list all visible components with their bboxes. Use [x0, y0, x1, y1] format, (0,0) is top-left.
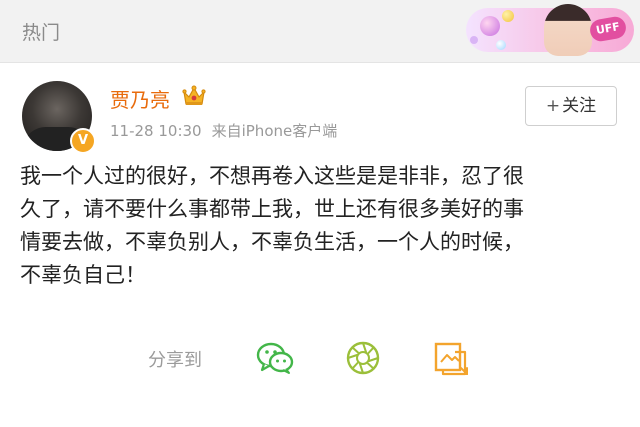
share-label: 分享到 [148, 350, 202, 371]
verified-badge: V [70, 128, 96, 154]
qzone-icon[interactable] [431, 338, 471, 378]
post-line: 我一个人过的很好，不想再卷入这些是是非非，忍了很 [20, 164, 524, 188]
bubble-icon [502, 10, 514, 22]
wechat-icon[interactable] [255, 338, 295, 378]
follow-button[interactable]: + 关注 [525, 86, 617, 126]
bubble-icon [480, 16, 500, 36]
moments-icon[interactable] [343, 338, 383, 378]
page-title: 热门 [22, 22, 61, 44]
banner-portrait [544, 4, 592, 56]
post-line: 不辜负自己！ [20, 263, 146, 287]
post-time: 11-28 10:30 [110, 122, 202, 140]
author-name[interactable]: 贾乃亮 [110, 84, 170, 113]
follow-label: 关注 [562, 96, 597, 116]
bubble-icon [470, 36, 478, 44]
promo-banner[interactable]: UFF [440, 4, 640, 58]
post-line: 久了，请不要什么事都带上我，世上还有很多美好的事 [20, 197, 524, 221]
crown-icon [182, 85, 206, 105]
share-bar: 分享到 [0, 334, 640, 384]
post-line: 情要去做，不辜负别人，不辜负生活，一个人的时候， [20, 230, 524, 254]
post-source: 来自iPhone客户端 [211, 122, 338, 140]
top-bar: 热门 UFF [0, 0, 640, 63]
plus-icon: + [545, 96, 561, 116]
bubble-icon [496, 40, 506, 50]
post-text: 我一个人过的很好，不想再卷入这些是是非非，忍了很 久了，请不要什么事都带上我，世… [20, 160, 620, 292]
post-meta: 11-28 10:30 来自iPhone客户端 [110, 120, 337, 141]
